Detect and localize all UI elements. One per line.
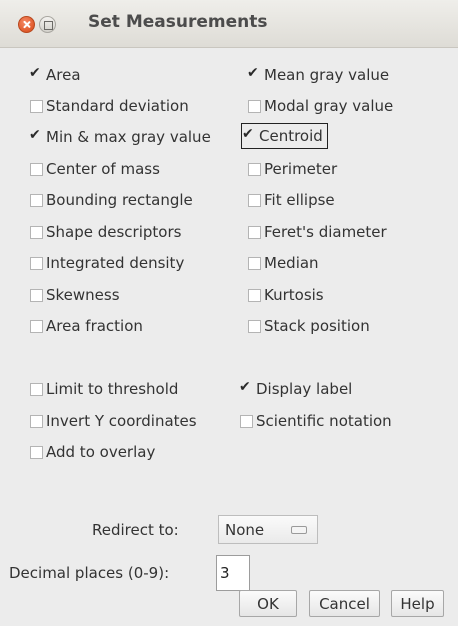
option-label: Kurtosis xyxy=(264,286,324,304)
centroid-checkbox[interactable] xyxy=(242,126,256,143)
add-to-overlay-checkbox[interactable] xyxy=(30,445,43,459)
option-label: Skewness xyxy=(46,286,120,304)
option-kurtosis[interactable]: Kurtosis xyxy=(248,282,324,308)
stack-position-checkbox[interactable] xyxy=(248,319,261,333)
integrated-density-checkbox[interactable] xyxy=(30,256,43,270)
option-label: Invert Y coordinates xyxy=(46,412,197,430)
option-label: Centroid xyxy=(259,127,323,145)
area-checkbox[interactable] xyxy=(29,65,43,82)
window-title: Set Measurements xyxy=(88,12,268,32)
modal-gray-checkbox[interactable] xyxy=(248,99,261,113)
option-label: Bounding rectangle xyxy=(46,191,193,209)
option-integrated-density[interactable]: Integrated density xyxy=(30,250,184,276)
option-label: Limit to threshold xyxy=(46,380,179,398)
option-label: Area xyxy=(46,66,81,84)
option-min-max-gray[interactable]: Min & max gray value xyxy=(29,124,211,150)
option-label: Shape descriptors xyxy=(46,223,182,241)
help-button[interactable]: Help xyxy=(391,590,444,617)
option-fit-ellipse[interactable]: Fit ellipse xyxy=(248,187,335,213)
close-icon[interactable] xyxy=(18,16,35,33)
option-label: Add to overlay xyxy=(46,443,156,461)
area-fraction-checkbox[interactable] xyxy=(30,319,43,333)
option-label: Fit ellipse xyxy=(264,191,335,209)
fit-ellipse-checkbox[interactable] xyxy=(248,193,261,207)
redirect-value: None xyxy=(225,520,265,539)
option-area[interactable]: Area xyxy=(29,62,81,88)
option-label: Display label xyxy=(256,380,353,398)
option-bounding-rectangle[interactable]: Bounding rectangle xyxy=(30,187,193,213)
option-display-label[interactable]: Display label xyxy=(239,376,353,402)
option-mean-gray[interactable]: Mean gray value xyxy=(247,62,390,88)
option-label: Area fraction xyxy=(46,317,143,335)
option-label: Center of mass xyxy=(46,160,160,178)
maximize-icon[interactable] xyxy=(39,16,56,33)
option-label: Stack position xyxy=(264,317,370,335)
option-skewness[interactable]: Skewness xyxy=(30,282,120,308)
option-invert-y[interactable]: Invert Y coordinates xyxy=(30,408,197,434)
option-stack-position[interactable]: Stack position xyxy=(248,313,370,339)
option-ferets-diameter[interactable]: Feret's diameter xyxy=(248,219,387,245)
redirect-select[interactable]: None xyxy=(218,515,318,544)
option-area-fraction[interactable]: Area fraction xyxy=(30,313,143,339)
decimal-places-input[interactable] xyxy=(216,555,250,591)
option-label: Integrated density xyxy=(46,254,185,272)
ok-button[interactable]: OK xyxy=(239,590,297,617)
scientific-notation-checkbox[interactable] xyxy=(240,414,253,428)
invert-y-checkbox[interactable] xyxy=(30,414,43,428)
option-shape-descriptors[interactable]: Shape descriptors xyxy=(30,219,181,245)
option-modal-gray[interactable]: Modal gray value xyxy=(248,93,393,119)
option-limit-to-threshold[interactable]: Limit to threshold xyxy=(30,376,178,402)
redirect-label: Redirect to: xyxy=(92,521,179,539)
option-label: Standard deviation xyxy=(46,97,189,115)
option-label: Scientific notation xyxy=(256,412,392,430)
option-standard-deviation[interactable]: Standard deviation xyxy=(30,93,189,119)
kurtosis-checkbox[interactable] xyxy=(248,288,261,302)
option-label: Median xyxy=(264,254,319,272)
limit-to-threshold-checkbox[interactable] xyxy=(30,382,43,396)
option-perimeter[interactable]: Perimeter xyxy=(248,156,337,182)
median-checkbox[interactable] xyxy=(248,256,261,270)
cancel-button[interactable]: Cancel xyxy=(309,590,380,617)
option-label: Modal gray value xyxy=(264,97,394,115)
shape-descriptors-checkbox[interactable] xyxy=(30,225,43,239)
display-label-checkbox[interactable] xyxy=(239,379,253,396)
option-label: Feret's diameter xyxy=(264,223,387,241)
option-center-of-mass[interactable]: Center of mass xyxy=(30,156,160,182)
ferets-diameter-checkbox[interactable] xyxy=(248,225,261,239)
standard-deviation-checkbox[interactable] xyxy=(30,99,43,113)
skewness-checkbox[interactable] xyxy=(30,288,43,302)
decimal-places-label: Decimal places (0-9): xyxy=(9,564,170,582)
option-label: Mean gray value xyxy=(264,66,390,84)
bounding-rectangle-checkbox[interactable] xyxy=(30,193,43,207)
mean-gray-checkbox[interactable] xyxy=(247,65,261,82)
option-centroid[interactable]: Centroid xyxy=(241,123,328,149)
title-bar: Set Measurements xyxy=(0,0,458,48)
option-label: Perimeter xyxy=(264,160,338,178)
perimeter-checkbox[interactable] xyxy=(248,162,261,176)
option-median[interactable]: Median xyxy=(248,250,319,276)
option-scientific-notation[interactable]: Scientific notation xyxy=(240,408,392,434)
min-max-gray-checkbox[interactable] xyxy=(29,127,43,144)
center-of-mass-checkbox[interactable] xyxy=(30,162,43,176)
option-add-to-overlay[interactable]: Add to overlay xyxy=(30,439,155,465)
option-label: Min & max gray value xyxy=(46,128,211,146)
dropdown-icon xyxy=(291,526,307,534)
